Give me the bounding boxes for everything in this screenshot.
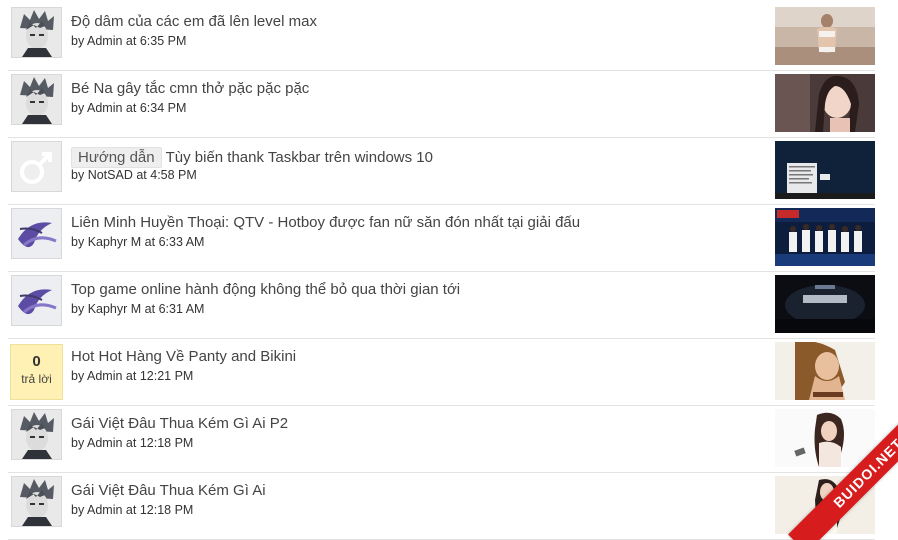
post-title: Top game online hành động không thể bỏ q… bbox=[71, 281, 460, 298]
author-link[interactable]: Kaphyr M bbox=[88, 302, 142, 316]
post-title-link[interactable]: Hot Hot Hàng Về Panty and Bikini bbox=[71, 348, 296, 365]
post-meta: by Admin at 6:35 PM bbox=[71, 34, 186, 48]
post-row: Gái Việt Đâu Thua Kém Gì Ai P2 by Admin … bbox=[8, 405, 875, 473]
post-time[interactable]: 6:31 AM bbox=[159, 302, 205, 316]
post-row: Hướng dẫn Tùy biến thank Taskbar trên win… bbox=[8, 137, 875, 205]
by-text: by bbox=[71, 302, 85, 316]
author-link[interactable]: Admin bbox=[87, 503, 122, 517]
post-thumbnail[interactable] bbox=[775, 342, 875, 400]
author-avatar[interactable] bbox=[11, 74, 62, 125]
post-row: Độ dâm của các em đã lên level max by Ad… bbox=[8, 3, 875, 71]
author-link[interactable]: Admin bbox=[87, 436, 122, 450]
reply-count: 0 bbox=[32, 353, 41, 370]
post-time[interactable]: 4:58 PM bbox=[150, 168, 197, 182]
author-avatar[interactable] bbox=[11, 275, 62, 326]
by-text: by bbox=[71, 235, 85, 249]
by-text: by bbox=[71, 369, 85, 383]
post-title-link[interactable]: Gái Việt Đâu Thua Kém Gì Ai bbox=[71, 482, 266, 499]
purple-swirl-icon bbox=[12, 209, 61, 258]
post-thumbnail[interactable] bbox=[775, 476, 875, 534]
post-row: Bé Na gây tắc cmn thở pặc pặc pặc by Adm… bbox=[8, 70, 875, 138]
post-title-link[interactable]: Bé Na gây tắc cmn thở pặc pặc pặc bbox=[71, 80, 309, 97]
post-meta: by Admin at 12:18 PM bbox=[71, 436, 193, 450]
post-meta: by Kaphyr M at 6:33 AM bbox=[71, 235, 204, 249]
at-text: at bbox=[125, 369, 137, 383]
post-title: Gái Việt Đâu Thua Kém Gì Ai bbox=[71, 482, 266, 499]
author-avatar[interactable] bbox=[11, 409, 62, 460]
author-link[interactable]: NotSAD bbox=[88, 168, 133, 182]
post-time[interactable]: 6:33 AM bbox=[159, 235, 205, 249]
post-thumbnail[interactable] bbox=[775, 208, 875, 266]
author-avatar[interactable] bbox=[11, 208, 62, 259]
post-title-link[interactable]: Gái Việt Đâu Thua Kém Gì Ai P2 bbox=[71, 415, 288, 432]
by-text: by bbox=[71, 34, 85, 48]
author-link[interactable]: Admin bbox=[87, 101, 122, 115]
anime-boy-icon bbox=[12, 477, 61, 526]
by-text: by bbox=[71, 503, 85, 517]
at-text: at bbox=[125, 503, 137, 517]
post-title: Hướng dẫn Tùy biến thank Taskbar trên win… bbox=[71, 147, 433, 168]
reply-count-badge[interactable]: 0 trả lời bbox=[10, 344, 63, 400]
post-title: Bé Na gây tắc cmn thở pặc pặc pặc bbox=[71, 80, 309, 97]
post-thumbnail[interactable] bbox=[775, 409, 875, 467]
post-title: Liên Minh Huyền Thoại: QTV - Hotboy được… bbox=[71, 214, 580, 231]
post-thumbnail[interactable] bbox=[775, 141, 875, 199]
post-title: Gái Việt Đâu Thua Kém Gì Ai P2 bbox=[71, 415, 288, 432]
author-avatar[interactable] bbox=[11, 7, 62, 58]
post-row: Top game online hành động không thể bỏ q… bbox=[8, 271, 875, 339]
post-time[interactable]: 6:35 PM bbox=[140, 34, 187, 48]
by-text: by bbox=[71, 101, 85, 115]
post-meta: by Admin at 12:18 PM bbox=[71, 503, 193, 517]
post-time[interactable]: 12:18 PM bbox=[140, 436, 194, 450]
anime-boy-icon bbox=[12, 410, 61, 459]
at-text: at bbox=[144, 302, 156, 316]
at-text: at bbox=[125, 34, 137, 48]
post-meta: by NotSAD at 4:58 PM bbox=[71, 168, 197, 182]
at-text: at bbox=[125, 436, 137, 450]
at-text: at bbox=[144, 235, 156, 249]
author-avatar[interactable] bbox=[11, 476, 62, 527]
author-avatar[interactable] bbox=[11, 141, 62, 192]
author-link[interactable]: Admin bbox=[87, 369, 122, 383]
post-title-link[interactable]: Top game online hành động không thể bỏ q… bbox=[71, 281, 460, 298]
post-meta: by Kaphyr M at 6:31 AM bbox=[71, 302, 204, 316]
author-link[interactable]: Kaphyr M bbox=[88, 235, 142, 249]
post-title: Hot Hot Hàng Về Panty and Bikini bbox=[71, 348, 296, 365]
post-title-link[interactable]: Độ dâm của các em đã lên level max bbox=[71, 13, 317, 30]
post-thumbnail[interactable] bbox=[775, 7, 875, 65]
anime-boy-icon bbox=[12, 75, 61, 124]
post-title: Độ dâm của các em đã lên level max bbox=[71, 13, 317, 30]
reply-label: trả lời bbox=[21, 372, 52, 386]
post-row: Gái Việt Đâu Thua Kém Gì Ai by Admin at … bbox=[8, 472, 875, 540]
post-title-link[interactable]: Tùy biến thank Taskbar trên windows 10 bbox=[166, 149, 433, 166]
by-text: by bbox=[71, 436, 85, 450]
post-meta: by Admin at 6:34 PM bbox=[71, 101, 186, 115]
post-meta: by Admin at 12:21 PM bbox=[71, 369, 193, 383]
post-row: 0 trả lời Hot Hot Hàng Về Panty and Biki… bbox=[8, 338, 875, 406]
at-text: at bbox=[125, 101, 137, 115]
post-time[interactable]: 12:18 PM bbox=[140, 503, 194, 517]
at-text: at bbox=[136, 168, 147, 182]
purple-swirl-icon bbox=[12, 276, 61, 325]
post-time[interactable]: 12:21 PM bbox=[140, 369, 194, 383]
post-title-link[interactable]: Liên Minh Huyền Thoại: QTV - Hotboy được… bbox=[71, 214, 580, 231]
post-time[interactable]: 6:34 PM bbox=[140, 101, 187, 115]
post-thumbnail[interactable] bbox=[775, 275, 875, 333]
category-label[interactable]: Hướng dẫn bbox=[71, 147, 162, 168]
post-row: Liên Minh Huyền Thoại: QTV - Hotboy được… bbox=[8, 204, 875, 272]
author-link[interactable]: Admin bbox=[87, 34, 122, 48]
male-symbol-icon bbox=[12, 142, 61, 191]
by-text: by bbox=[71, 168, 85, 182]
post-thumbnail[interactable] bbox=[775, 74, 875, 132]
anime-boy-icon bbox=[12, 8, 61, 57]
